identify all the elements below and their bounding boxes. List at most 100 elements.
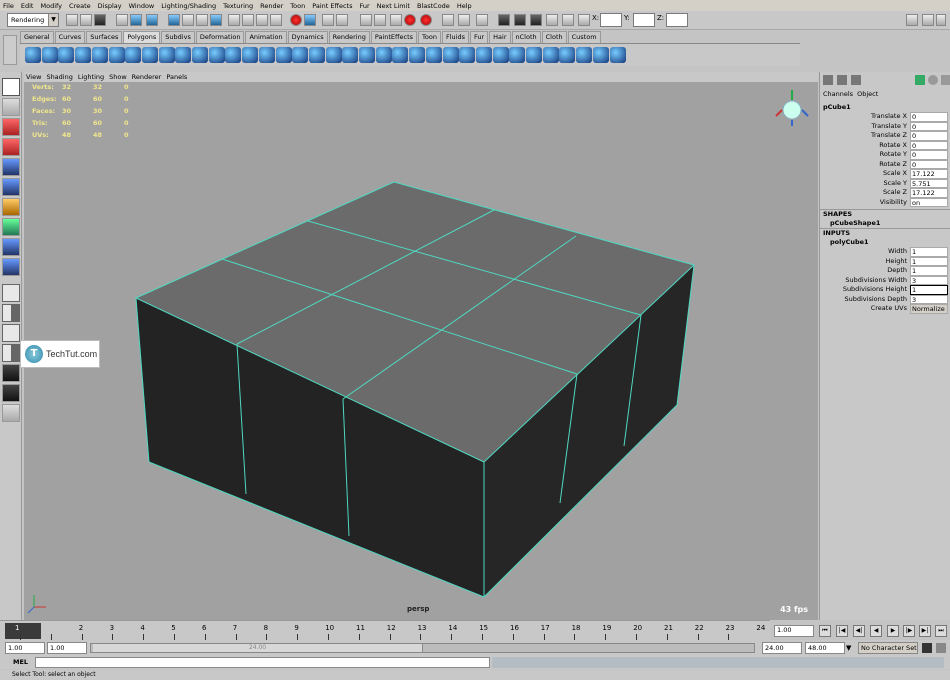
mask-rendering-icon[interactable] <box>256 14 268 26</box>
tab-painteffects[interactable]: PaintEffects <box>370 31 418 43</box>
poly-tool-icon[interactable] <box>292 47 309 63</box>
panel-menu-lighting[interactable]: Lighting <box>78 73 104 81</box>
command-language-label[interactable]: MEL <box>13 658 28 666</box>
menu-render[interactable]: Render <box>260 2 283 10</box>
layer-editor-icon[interactable] <box>546 14 558 26</box>
save-scene-icon[interactable] <box>94 14 106 26</box>
x-field[interactable] <box>600 13 622 27</box>
menu-help[interactable]: Help <box>457 2 472 10</box>
go-to-start-icon[interactable]: ⏮ <box>819 625 831 637</box>
channel-name[interactable]: Height <box>820 257 910 267</box>
poly-tool-icon[interactable] <box>559 47 576 63</box>
channel-row[interactable]: Translate X0 <box>820 112 950 122</box>
poly-tool-icon[interactable] <box>175 47 192 63</box>
poly-tool-icon[interactable] <box>609 47 626 63</box>
channel-name[interactable]: Width <box>820 247 910 257</box>
go-to-end-icon[interactable]: ⏭ <box>935 625 947 637</box>
channel-list-icon[interactable] <box>823 75 833 85</box>
expand-icon[interactable] <box>936 14 946 26</box>
poly-tool-icon[interactable] <box>442 47 459 63</box>
channel-menu-channels[interactable]: Channels <box>823 90 853 98</box>
poly-tool-icon[interactable] <box>192 47 208 63</box>
channel-row[interactable]: Subdivisions Height 1 <box>820 285 950 295</box>
channel-value[interactable]: 3 <box>910 294 948 304</box>
poly-tool-icon[interactable] <box>208 47 225 63</box>
channel-row[interactable]: Scale Y 5.751 <box>820 178 950 189</box>
poly-tool-icon[interactable] <box>576 47 593 63</box>
poly-tool-icon[interactable] <box>409 47 426 63</box>
channel-row[interactable]: Rotate Y0 <box>820 150 950 160</box>
channel-name[interactable]: Scale Z <box>820 188 910 198</box>
channel-value[interactable]: Normalize C <box>910 304 948 314</box>
channel-name[interactable]: Depth <box>820 266 910 276</box>
channel-name[interactable]: Rotate Y <box>820 150 910 160</box>
poly-tool-icon[interactable] <box>141 47 158 63</box>
tab-general[interactable]: General <box>20 31 54 43</box>
tab-cloth[interactable]: Cloth <box>541 31 567 43</box>
attribute-editor-icon[interactable] <box>498 14 510 26</box>
menu-file[interactable]: File <box>3 2 14 10</box>
channel-row[interactable]: Visibility on <box>820 197 950 207</box>
sidebar-toggle-icon[interactable] <box>906 14 918 26</box>
tool-settings-icon[interactable] <box>514 14 526 26</box>
move-tool-icon[interactable] <box>2 138 20 156</box>
channel-name[interactable]: Translate X <box>820 112 910 122</box>
tab-fluids[interactable]: Fluids <box>441 31 469 43</box>
shelf-options-icon[interactable] <box>3 35 17 65</box>
menu-fur[interactable]: Fur <box>359 2 369 10</box>
snap-curve-icon[interactable] <box>336 14 348 26</box>
poly-tool-icon[interactable] <box>258 47 275 63</box>
ipr-render-icon[interactable] <box>442 14 454 26</box>
channel-value[interactable]: 1 <box>910 247 948 257</box>
channel-name[interactable]: Create UVs <box>820 304 910 314</box>
render-settings-icon[interactable] <box>458 14 470 26</box>
select-component-icon[interactable] <box>146 14 158 26</box>
universal-manipulator-icon[interactable] <box>2 198 20 216</box>
channel-name[interactable]: Rotate Z <box>820 160 910 170</box>
poly-tool-icon[interactable] <box>25 47 41 63</box>
channel-row[interactable]: Scale Z 17.122 <box>820 188 950 198</box>
mask-handles-icon[interactable] <box>168 14 180 26</box>
single-perspective-layout-icon[interactable] <box>2 284 20 302</box>
channel-value[interactable]: on <box>910 197 948 207</box>
poly-tool-icon[interactable] <box>158 47 175 63</box>
range-slider[interactable]: 24.00 <box>90 643 755 653</box>
input-node-name[interactable]: polyCube1 <box>820 238 950 248</box>
poly-tool-icon[interactable] <box>225 47 242 63</box>
scale-tool-icon[interactable] <box>2 178 20 196</box>
channel-attr-icon[interactable] <box>837 75 847 85</box>
channel-row[interactable]: Subdivisions Width 3 <box>820 275 950 285</box>
tab-animation[interactable]: Animation <box>245 31 287 43</box>
range-slider-handle[interactable]: 24.00 <box>93 644 423 652</box>
menu-modify[interactable]: Modify <box>40 2 62 10</box>
poly-tool-icon[interactable] <box>242 47 259 63</box>
last-tool-icon[interactable] <box>2 258 20 276</box>
menu-toon[interactable]: Toon <box>290 2 305 10</box>
view-compass-icon[interactable] <box>775 90 809 126</box>
channel-name[interactable]: Scale Y <box>820 179 910 189</box>
select-hierarchy-icon[interactable] <box>116 14 128 26</box>
channel-value[interactable]: 5.751 <box>910 178 948 188</box>
poly-tool-icon[interactable] <box>375 47 392 63</box>
mask-dynamics-icon[interactable] <box>242 14 254 26</box>
render-icon[interactable] <box>420 14 432 26</box>
current-frame-marker[interactable] <box>5 623 41 639</box>
select-tool-icon[interactable] <box>2 78 20 96</box>
construction-history-icon[interactable] <box>404 14 416 26</box>
poly-tool-icon[interactable] <box>526 47 542 63</box>
poly-tool-icon[interactable] <box>492 47 509 63</box>
range-end-field[interactable]: 24.00 <box>762 642 802 654</box>
poly-tool-icon[interactable] <box>592 47 609 63</box>
tab-rendering[interactable]: Rendering <box>328 31 370 43</box>
select-object-icon[interactable] <box>130 14 142 26</box>
paint-select-tool-icon[interactable] <box>2 118 20 136</box>
menu-lighting-shading[interactable]: Lighting/Shading <box>161 2 216 10</box>
channel-value[interactable]: 0 <box>910 131 948 141</box>
snap-grid-icon[interactable] <box>322 14 334 26</box>
tab-curves[interactable]: Curves <box>54 31 86 43</box>
channel-value[interactable]: 0 <box>910 112 948 122</box>
object-name[interactable]: pCube1 <box>820 103 950 112</box>
channel-name[interactable]: Subdivisions Depth <box>820 295 910 305</box>
command-input[interactable] <box>35 657 490 668</box>
snap-point-icon[interactable] <box>360 14 372 26</box>
